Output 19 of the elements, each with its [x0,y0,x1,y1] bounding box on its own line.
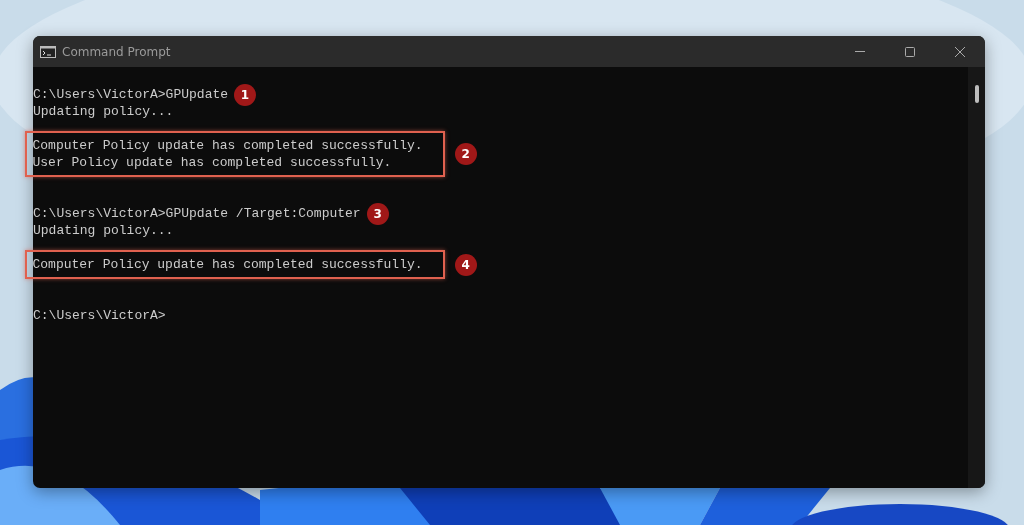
console-line: C:\Users\VictorA> [33,307,166,324]
console-line: User Policy update has completed successfully. [32,154,392,171]
console-line: C:\Users\VictorA>GPUpdate /Target:Computer [33,205,361,222]
console-line: Computer Policy update has completed successfully. [32,256,423,273]
minimize-icon [855,51,865,52]
console-line: Updating policy... [33,103,174,120]
console-line: Updating policy... [33,222,174,239]
step-badge: 3 [366,202,389,225]
terminal-icon [40,45,56,58]
scroll-thumb[interactable] [974,85,979,103]
console-line: Computer Policy update has completed successfully. [32,137,423,154]
maximize-icon [904,45,916,58]
step-badge: 4 [454,253,477,276]
scrollbar[interactable] [968,67,985,488]
close-icon [954,45,966,58]
console-line: C:\Users\VictorA>GPUpdate [33,86,229,103]
step-badge: 2 [454,143,477,165]
step-badge: 1 [234,83,257,106]
window-title: Command Prompt [62,44,171,59]
